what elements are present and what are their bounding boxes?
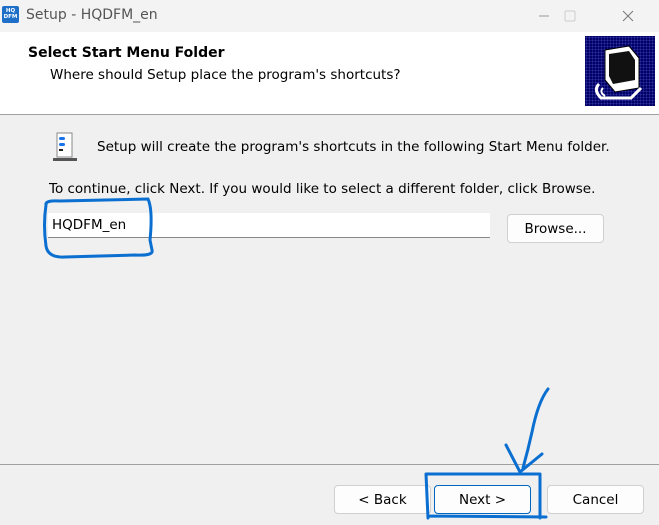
page-subtitle: Where should Setup place the program's s…	[50, 67, 401, 83]
info-text: Setup will create the program's shortcut…	[97, 139, 610, 155]
footer-divider	[0, 464, 659, 465]
close-button[interactable]	[605, 0, 651, 32]
app-icon-text: DFM	[3, 14, 18, 20]
app-icon: HQ DFM	[2, 6, 19, 23]
setup-computer-icon	[585, 36, 655, 106]
start-menu-folder-icon	[53, 132, 77, 161]
wizard-header: Select Start Menu Folder Where should Se…	[0, 32, 659, 115]
annotation-arrow-next	[504, 387, 550, 474]
instruction-text: To continue, click Next. If you would li…	[49, 181, 596, 197]
maximize-button[interactable]	[547, 0, 593, 32]
next-button[interactable]: Next >	[434, 485, 531, 514]
browse-button[interactable]: Browse...	[507, 214, 604, 243]
start-menu-folder-input[interactable]	[48, 213, 490, 238]
cancel-button[interactable]: Cancel	[547, 485, 644, 514]
window-title: Setup - HQDFM_en	[26, 7, 158, 23]
back-button[interactable]: < Back	[334, 485, 431, 514]
page-title: Select Start Menu Folder	[28, 45, 225, 61]
close-icon	[622, 10, 634, 22]
maximize-icon	[564, 10, 576, 22]
title-bar: HQ DFM Setup - HQDFM_en	[0, 0, 659, 32]
